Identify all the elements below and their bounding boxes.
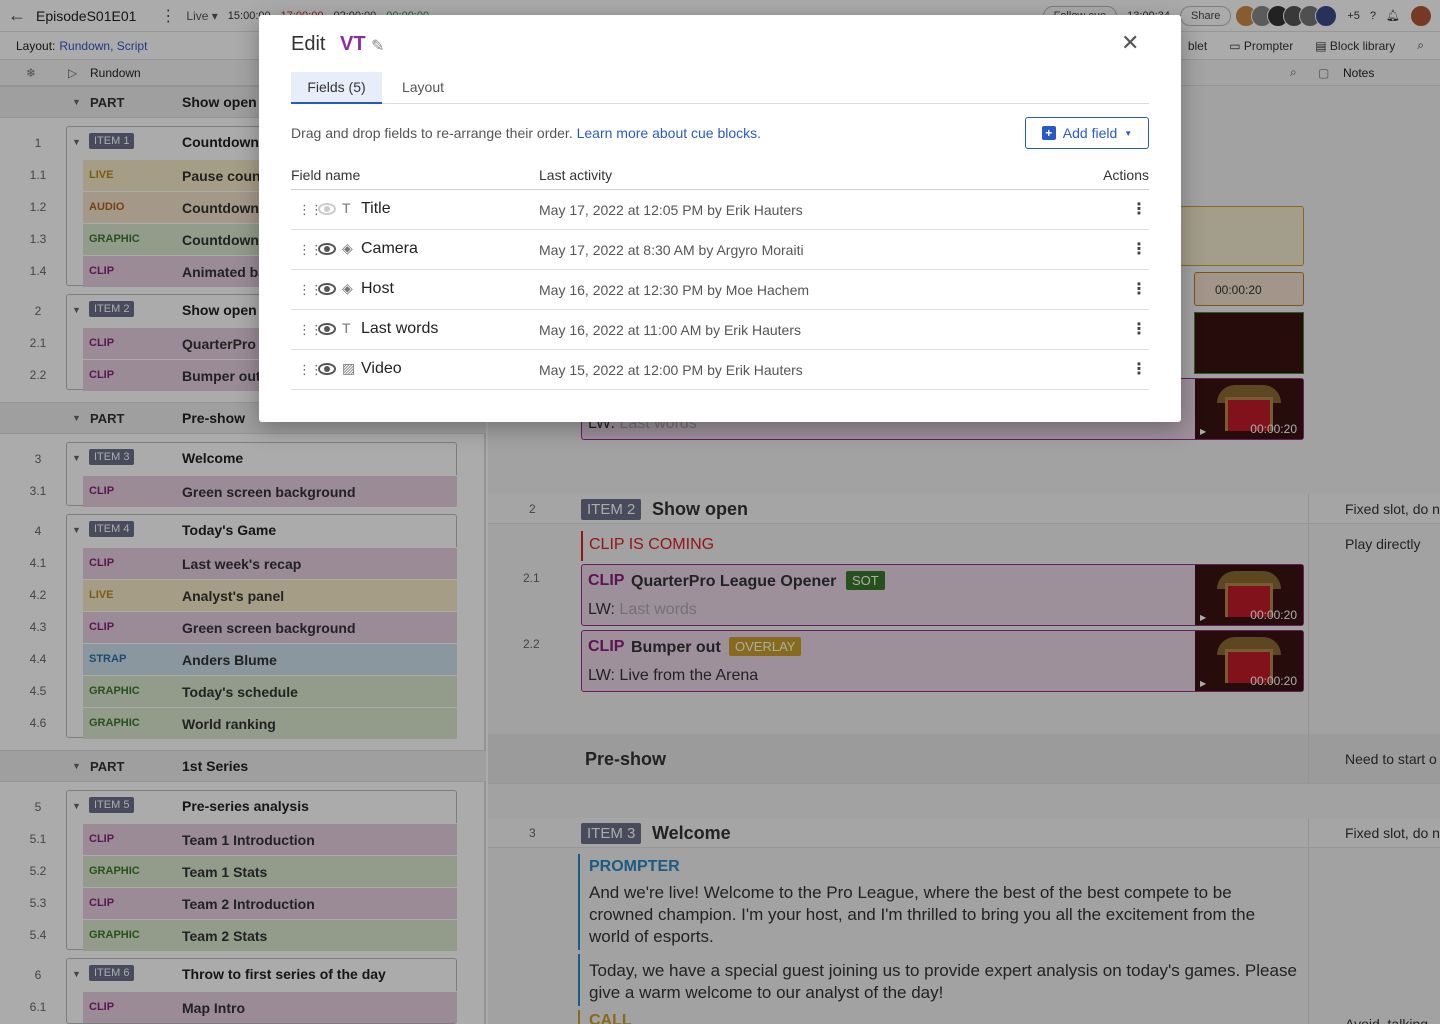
field-activity: May 17, 2022 at 8:30 AM by Argyro Morait… <box>539 242 804 258</box>
cue-type-name: VT <box>340 33 366 55</box>
more-actions-icon[interactable]: ⋮ <box>1131 279 1147 299</box>
eye-icon[interactable] <box>318 363 336 375</box>
close-icon[interactable]: ✕ <box>1121 30 1139 56</box>
eye-icon[interactable] <box>318 243 336 255</box>
field-name: Host <box>361 280 394 297</box>
field-name: Title <box>361 200 391 217</box>
eye-icon[interactable] <box>318 323 336 335</box>
dialog-title: Edit <box>291 33 326 55</box>
eye-icon[interactable] <box>318 283 336 295</box>
field-name: Last words <box>361 320 439 337</box>
field-row[interactable]: ⋮⋮ ◈ Camera May 17, 2022 at 8:30 AM by A… <box>291 230 1149 270</box>
field-name: Video <box>361 360 402 377</box>
field-activity: May 16, 2022 at 12:30 PM by Moe Hachem <box>539 282 810 298</box>
dialog-tabs: Fields (5) Layout <box>291 72 1149 104</box>
field-row[interactable]: ⋮⋮ ◈ Host May 16, 2022 at 12:30 PM by Mo… <box>291 270 1149 310</box>
text-icon: T <box>342 320 351 336</box>
field-activity: May 16, 2022 at 11:00 AM by Erik Hauters <box>539 322 801 338</box>
more-actions-icon[interactable]: ⋮ <box>1131 319 1147 339</box>
dialog-hint: Drag and drop fields to re-arrange their… <box>291 125 762 141</box>
edit-cue-dialog: Edit VT ✎ ✕ Fields (5) Layout Drag and d… <box>259 15 1181 422</box>
learn-more-link[interactable]: Learn more about cue blocks. <box>577 125 761 141</box>
plus-icon: + <box>1041 126 1056 140</box>
more-actions-icon[interactable]: ⋮ <box>1131 239 1147 259</box>
field-row[interactable]: ⋮⋮ T Last words May 16, 2022 at 11:00 AM… <box>291 310 1149 350</box>
caret-down-icon: ▼ <box>1124 128 1133 138</box>
tab-layout[interactable]: Layout <box>387 72 459 104</box>
column-field-name: Field name <box>291 167 361 183</box>
field-name: Camera <box>361 240 418 257</box>
text-icon: T <box>342 200 351 216</box>
fields-table-header: Field name Last activity Actions <box>291 167 1149 190</box>
more-actions-icon[interactable]: ⋮ <box>1131 359 1147 379</box>
tag-icon: ◈ <box>342 240 353 256</box>
pencil-icon[interactable]: ✎ <box>371 36 384 56</box>
column-actions: Actions <box>1103 167 1149 183</box>
more-actions-icon[interactable]: ⋮ <box>1131 199 1147 219</box>
field-row[interactable]: ⋮⋮ ▨ Video May 15, 2022 at 12:00 PM by E… <box>291 350 1149 390</box>
field-activity: May 15, 2022 at 12:00 PM by Erik Hauters <box>539 362 803 378</box>
image-icon: ▨ <box>342 360 356 376</box>
add-field-button[interactable]: + Add field ▼ <box>1025 117 1149 149</box>
field-activity: May 17, 2022 at 12:05 PM by Erik Hauters <box>539 202 803 218</box>
field-row[interactable]: ⋮⋮ T Title May 17, 2022 at 12:05 PM by E… <box>291 190 1149 230</box>
tab-fields[interactable]: Fields (5) <box>291 72 382 104</box>
tag-icon: ◈ <box>342 280 353 296</box>
column-last-activity: Last activity <box>539 167 613 183</box>
eye-off-icon[interactable] <box>318 203 336 215</box>
